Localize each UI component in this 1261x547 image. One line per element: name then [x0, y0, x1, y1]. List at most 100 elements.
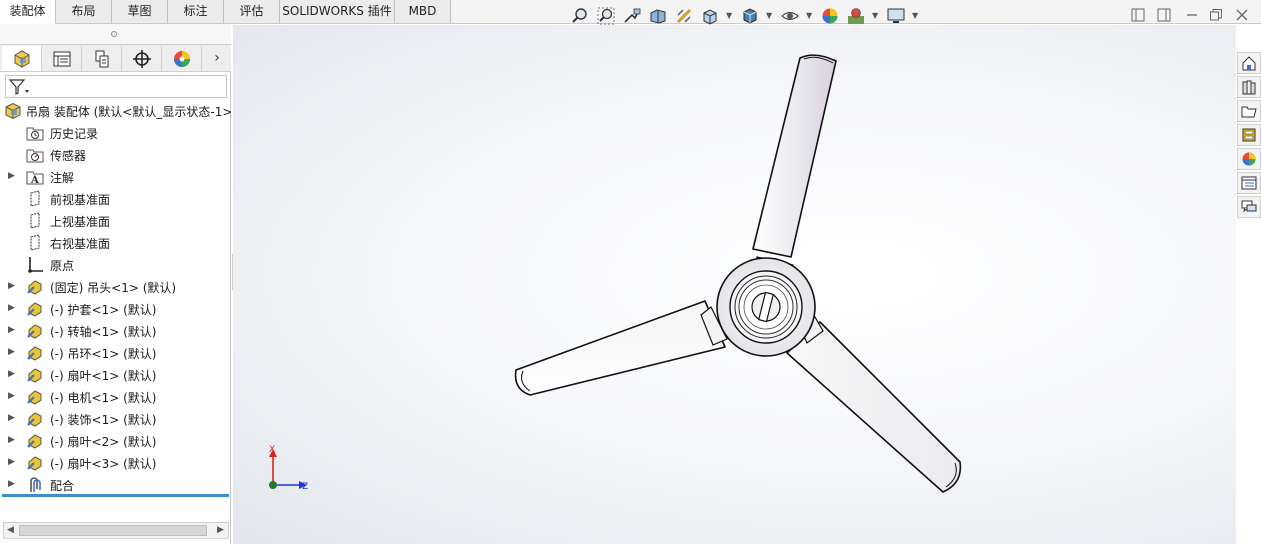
forum-icon[interactable] — [1237, 196, 1261, 218]
tree-item-component[interactable]: ▶ (固定) 吊头<1> (默认) — [0, 276, 231, 298]
triad-x-label: X — [269, 445, 275, 455]
expand-arrow-icon[interactable]: ▶ — [8, 303, 15, 313]
previous-view-icon[interactable] — [621, 5, 643, 27]
hide-show-items-icon[interactable] — [779, 5, 801, 27]
tree-filter-field[interactable] — [5, 75, 227, 98]
appearances-scenes-icon[interactable] — [1237, 148, 1261, 170]
plane-icon — [26, 234, 44, 252]
displaymanager-tab[interactable] — [162, 46, 202, 71]
display-style-dropdown-icon[interactable]: ▼ — [766, 11, 772, 20]
tree-item-component[interactable]: ▶ (-) 扇叶<3> (默认) — [0, 452, 231, 474]
view-orientation-icon[interactable] — [699, 5, 721, 27]
view-orientation-dropdown-icon[interactable]: ▼ — [726, 11, 732, 20]
tree-item-label: (-) 护套<1> (默认) — [50, 303, 157, 317]
zoom-to-area-icon[interactable] — [595, 5, 617, 27]
tree-item-component[interactable]: ▶ (-) 扇叶<1> (默认) — [0, 364, 231, 386]
tile-right-icon[interactable] — [1156, 7, 1172, 23]
graphics-area[interactable]: X Z — [233, 25, 1236, 544]
horizontal-scrollbar[interactable]: ◀ ▶ — [3, 522, 229, 539]
expand-arrow-icon[interactable]: ▶ — [8, 413, 15, 423]
fan-hub[interactable] — [716, 257, 816, 357]
tree-item-mates[interactable]: ▶ 配合 — [0, 474, 231, 494]
tree-item-label: 传感器 — [50, 149, 87, 163]
view-settings-dropdown-icon[interactable]: ▼ — [912, 11, 918, 20]
svg-text:A: A — [30, 175, 39, 186]
ceiling-fan-model[interactable]: X Z — [233, 25, 1236, 544]
apply-scene-dropdown-icon[interactable]: ▼ — [872, 11, 878, 20]
section-view-icon[interactable] — [647, 5, 669, 27]
tab-mbd[interactable]: MBD — [395, 0, 451, 23]
expand-arrow-icon[interactable]: ▶ — [8, 435, 15, 445]
minimize-icon[interactable] — [1184, 7, 1200, 23]
sensor-icon — [26, 146, 44, 164]
tree-item-component[interactable]: ▶ (-) 吊环<1> (默认) — [0, 342, 231, 364]
tree-item-component[interactable]: ▶ (-) 电机<1> (默认) — [0, 386, 231, 408]
triad-z-label: Z — [302, 482, 308, 492]
view-settings-icon[interactable] — [885, 5, 907, 27]
design-library-icon[interactable] — [1237, 76, 1261, 98]
fan-blade-3[interactable] — [786, 321, 962, 493]
configurationmanager-tab[interactable] — [82, 46, 122, 71]
filter-icon[interactable] — [8, 78, 34, 96]
tree-item-component[interactable]: ▶ (-) 转轴<1> (默认) — [0, 320, 231, 342]
expand-arrow-icon[interactable]: ▶ — [8, 281, 15, 291]
tab-evaluate[interactable]: 评估 — [224, 0, 280, 23]
tab-markup[interactable]: 标注 — [168, 0, 224, 23]
tree-item-right-plane[interactable]: 右视基准面 — [0, 232, 231, 254]
scrollbar-thumb[interactable] — [19, 525, 207, 536]
expand-arrow-icon[interactable]: ▶ — [8, 369, 15, 379]
expand-arrow-icon[interactable]: ▶ — [8, 325, 15, 335]
expand-arrow-icon[interactable]: ▶ — [8, 479, 15, 489]
dimxpertmanager-tab[interactable] — [122, 46, 162, 71]
part-icon — [26, 454, 44, 472]
dynamic-annotation-icon[interactable] — [673, 5, 695, 27]
solidworks-resources-icon[interactable] — [1237, 52, 1261, 74]
expand-arrow-icon[interactable]: ▶ — [8, 347, 15, 357]
scroll-left-icon[interactable]: ◀ — [7, 523, 14, 538]
tree-item-label: 前视基准面 — [50, 193, 111, 207]
edit-appearance-icon[interactable] — [819, 5, 841, 27]
expand-arrow-icon[interactable]: ▶ — [8, 171, 15, 181]
more-tabs-chevron-icon[interactable]: › — [206, 47, 228, 69]
tree-item-label: (-) 扇叶<3> (默认) — [50, 457, 157, 471]
assembly-icon — [4, 102, 22, 120]
tree-item-component[interactable]: ▶ (-) 护套<1> (默认) — [0, 298, 231, 320]
fan-blade-2[interactable] — [514, 300, 726, 396]
file-explorer-icon[interactable] — [1237, 100, 1261, 122]
fan-blade-1[interactable] — [752, 54, 837, 258]
tree-item-annotations[interactable]: ▶ A 注解 — [0, 166, 231, 188]
tab-layout[interactable]: 布局 — [56, 0, 112, 23]
propertymanager-tab[interactable] — [42, 46, 82, 71]
apply-scene-icon[interactable] — [845, 5, 867, 27]
part-icon — [26, 388, 44, 406]
tree-item-component[interactable]: ▶ (-) 扇叶<2> (默认) — [0, 430, 231, 452]
tree-item-component[interactable]: ▶ (-) 装饰<1> (默认) — [0, 408, 231, 430]
hide-show-dropdown-icon[interactable]: ▼ — [806, 11, 812, 20]
featuremanager-tab[interactable] — [2, 46, 42, 71]
feature-tree: 吊扇 装配体 (默认<默认_显示状态-1>) 历史记录 传感器 ▶ A 注解 前… — [0, 100, 231, 494]
tile-left-icon[interactable] — [1130, 7, 1146, 23]
tree-item-top-plane[interactable]: 上视基准面 — [0, 210, 231, 232]
part-icon — [26, 344, 44, 362]
zoom-to-fit-icon[interactable] — [569, 5, 591, 27]
tab-sketch[interactable]: 草图 — [112, 0, 168, 23]
coordinate-triad: X Z — [269, 445, 308, 492]
close-icon[interactable] — [1234, 7, 1250, 23]
display-style-icon[interactable] — [739, 5, 761, 27]
scroll-right-icon[interactable]: ▶ — [217, 523, 224, 538]
tree-item-origin[interactable]: 原点 — [0, 254, 231, 276]
rollback-bar[interactable] — [2, 494, 229, 497]
panel-grip[interactable] — [0, 24, 231, 44]
tab-assembly[interactable]: 装配体 — [0, 0, 56, 24]
tree-item-front-plane[interactable]: 前视基准面 — [0, 188, 231, 210]
restore-icon[interactable] — [1208, 7, 1224, 23]
expand-arrow-icon[interactable]: ▶ — [8, 457, 15, 467]
custom-properties-icon[interactable] — [1237, 172, 1261, 194]
expand-arrow-icon[interactable]: ▶ — [8, 391, 15, 401]
view-palette-icon[interactable] — [1237, 124, 1261, 146]
tree-item-label: 历史记录 — [50, 127, 99, 141]
tab-solidworks-addins[interactable]: SOLIDWORKS 插件 — [280, 0, 395, 23]
tree-item-history[interactable]: 历史记录 — [0, 122, 231, 144]
tree-root[interactable]: 吊扇 装配体 (默认<默认_显示状态-1>) — [0, 100, 231, 122]
tree-item-sensors[interactable]: 传感器 — [0, 144, 231, 166]
